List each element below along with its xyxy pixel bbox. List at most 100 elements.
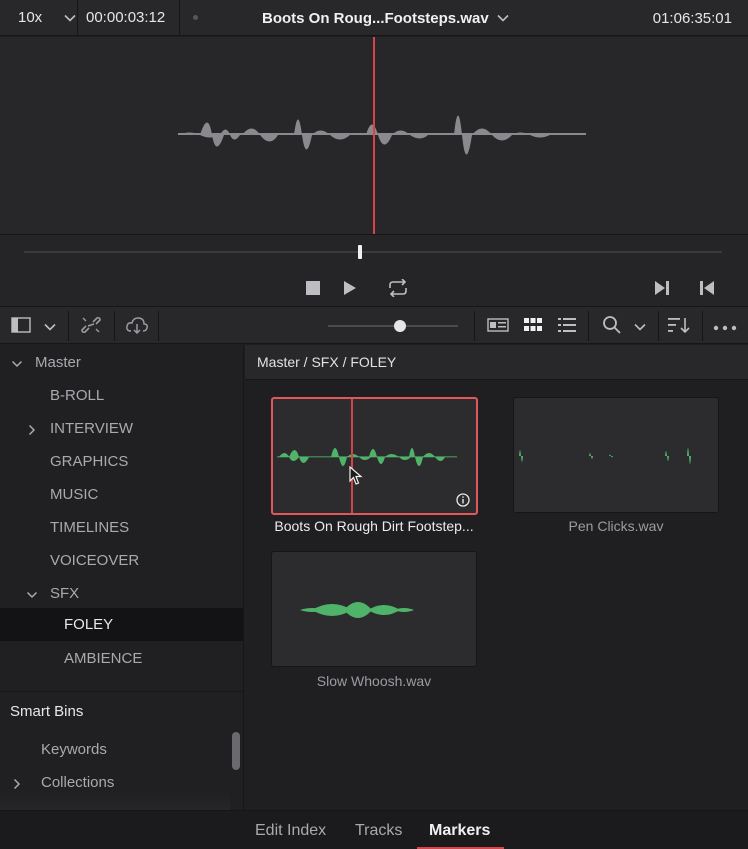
thumbnail-size-slider[interactable]: [328, 325, 458, 327]
loop-button[interactable]: [384, 277, 412, 299]
chevron-down-icon: [44, 318, 56, 334]
media-pool-toolbar: [0, 306, 748, 344]
toolbar-divider: [588, 311, 589, 341]
unlink-icon: [80, 315, 102, 338]
skip-back-icon: [699, 280, 715, 299]
bin-timelines[interactable]: TIMELINES: [0, 511, 243, 544]
bin-label: AMBIENCE: [64, 650, 143, 667]
toggle-bin-list-button[interactable]: [8, 307, 34, 345]
clip-name[interactable]: Boots On Rough Dirt Footstep...: [259, 518, 489, 534]
bin-label: Master: [35, 354, 81, 371]
playhead[interactable]: [373, 37, 375, 234]
bin-ambience[interactable]: AMBIENCE: [0, 642, 243, 675]
toolbar-divider: [158, 311, 159, 341]
bin-label: INTERVIEW: [50, 420, 134, 437]
previous-button[interactable]: [697, 279, 717, 299]
info-icon[interactable]: [456, 493, 470, 507]
scrub-bar[interactable]: [24, 251, 722, 253]
mouse-cursor-icon: [349, 465, 363, 489]
bin-label: MUSIC: [50, 486, 99, 503]
bin-label: FOLEY: [64, 616, 114, 633]
search-button[interactable]: [600, 307, 624, 345]
bin-foley[interactable]: FOLEY: [0, 608, 243, 641]
chevron-down-icon: [64, 14, 76, 22]
cloud-icon: [125, 316, 149, 337]
play-button[interactable]: [340, 279, 360, 299]
scrub-handle[interactable]: [358, 245, 362, 259]
bin-sfx[interactable]: SFX: [0, 577, 243, 610]
stop-button[interactable]: [303, 279, 323, 299]
chevron-right-icon[interactable]: [11, 777, 23, 790]
record-timecode: 01:06:35:01: [653, 0, 732, 36]
breadcrumb: Master / SFX / FOLEY: [245, 345, 748, 380]
smart-bin-keywords[interactable]: Keywords: [0, 733, 243, 766]
media-pool-content: Master / SFX / FOLEY Boots On Rough Dirt…: [245, 345, 748, 810]
more-icon: [713, 318, 737, 334]
clip-waveform: [277, 448, 457, 466]
status-dot: [193, 15, 198, 20]
clip-name[interactable]: Pen Clicks.wav: [501, 518, 731, 534]
chevron-down-icon: [497, 14, 509, 22]
sort-button[interactable]: [666, 307, 692, 345]
bin-voiceover[interactable]: VOICEOVER: [0, 544, 243, 577]
thumbnail-size-handle[interactable]: [394, 320, 406, 332]
source-timecode[interactable]: 00:00:03:12: [78, 0, 180, 36]
bin-music[interactable]: MUSIC: [0, 478, 243, 511]
smart-bins-label: Smart Bins: [10, 703, 84, 720]
tab-tracks[interactable]: Tracks: [355, 811, 402, 849]
record-timecode-value: 01:06:35:01: [652, 9, 732, 27]
bin-label: VOICEOVER: [50, 552, 140, 569]
clip-thumbnail[interactable]: [513, 397, 719, 513]
metadata-view-button[interactable]: [486, 307, 510, 345]
clip-name[interactable]: Slow Whoosh.wav: [259, 673, 489, 689]
clip-playhead: [351, 399, 353, 513]
bin-view-dropdown[interactable]: [40, 307, 60, 345]
smart-bins-header[interactable]: Smart Bins: [0, 691, 243, 731]
unlink-button[interactable]: [78, 307, 104, 345]
search-icon: [602, 315, 622, 338]
next-button[interactable]: [652, 279, 672, 299]
breadcrumb-path[interactable]: Master / SFX / FOLEY: [257, 354, 396, 370]
play-icon: [343, 280, 357, 299]
audio-viewer[interactable]: [0, 37, 748, 234]
chevron-down-icon[interactable]: [26, 588, 38, 600]
clip-waveform: [300, 602, 414, 618]
tab-edit-index[interactable]: Edit Index: [255, 811, 326, 849]
tab-label: Edit Index: [255, 821, 327, 839]
list-view-icon: [558, 317, 576, 335]
more-options-button[interactable]: [710, 307, 740, 345]
bin-master[interactable]: Master: [0, 346, 243, 379]
bottom-tab-bar: Edit Index Tracks Markers: [0, 810, 748, 849]
bin-label: B-ROLL: [50, 387, 105, 404]
sidebar-scrollbar[interactable]: [232, 732, 240, 770]
tab-markers[interactable]: Markers: [429, 811, 490, 849]
zoom-value: 10x: [18, 9, 43, 26]
bin-graphics[interactable]: GRAPHICS: [0, 445, 243, 478]
thumbnail-view-button[interactable]: [522, 307, 544, 345]
list-view-button[interactable]: [556, 307, 578, 345]
bin-interview[interactable]: INTERVIEW: [0, 412, 243, 445]
cloud-sync-button[interactable]: [124, 307, 150, 345]
bin-label: Collections: [41, 774, 115, 791]
clip-thumbnail[interactable]: [271, 397, 478, 515]
waveform: [178, 115, 586, 155]
bin-label: TIMELINES: [50, 519, 130, 536]
clip-name: Boots On Roug...Footsteps.wav: [262, 9, 489, 27]
chevron-right-icon[interactable]: [26, 423, 38, 436]
sidebar-panel-icon: [11, 316, 31, 336]
toolbar-divider: [702, 311, 703, 341]
clip-thumbnail[interactable]: [271, 551, 477, 667]
bin-label: SFX: [50, 585, 80, 602]
clip-name-dropdown[interactable]: Boots On Roug...Footsteps.wav: [262, 0, 509, 36]
search-options-dropdown[interactable]: [630, 307, 650, 345]
transport-bar: [0, 234, 748, 306]
tab-label: Tracks: [355, 821, 403, 839]
bin-label: Keywords: [41, 741, 107, 758]
bin-b-roll[interactable]: B-ROLL: [0, 379, 243, 412]
source-timecode-value: 00:00:03:12: [86, 9, 166, 26]
sort-icon: [668, 317, 690, 336]
stop-icon: [306, 280, 320, 298]
toolbar-divider: [658, 311, 659, 341]
toolbar-divider: [474, 311, 475, 341]
zoom-dropdown[interactable]: 10x: [0, 0, 78, 36]
